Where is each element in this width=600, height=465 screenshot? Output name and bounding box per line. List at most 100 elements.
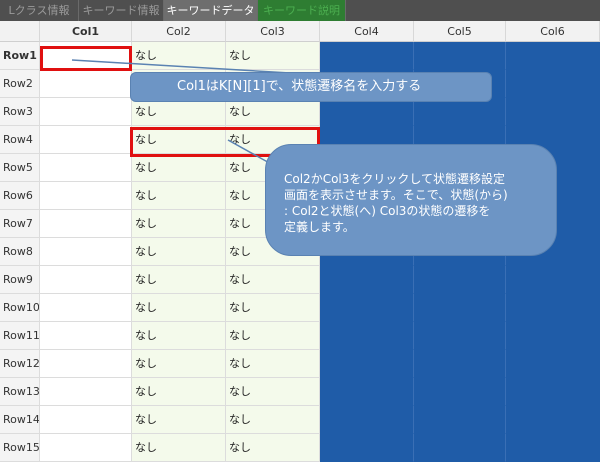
grid-cell-col6[interactable]	[506, 406, 600, 434]
grid-cell-col1[interactable]	[40, 294, 132, 322]
grid-cell-col5[interactable]	[414, 294, 506, 322]
grid-cell-col3[interactable]: なし	[226, 406, 320, 434]
tab-keyword-data[interactable]: キーワードデータ	[164, 0, 258, 21]
grid-cell-col1[interactable]	[40, 322, 132, 350]
callout-line: Col2かCol3をクリックして状態遷移設定	[284, 172, 506, 186]
grid-cell-col2[interactable]: なし	[132, 322, 226, 350]
grid-cell-col4[interactable]	[320, 406, 414, 434]
grid-cell-col2[interactable]: なし	[132, 266, 226, 294]
column-header-col2[interactable]: Col2	[132, 21, 226, 42]
column-header-col5[interactable]: Col5	[414, 21, 506, 42]
row-header[interactable]: Row4	[0, 126, 40, 154]
grid-cell-col2[interactable]: なし	[132, 294, 226, 322]
grid-cell-col4[interactable]	[320, 322, 414, 350]
grid-cell-col1[interactable]	[40, 350, 132, 378]
grid-cell-col6[interactable]	[506, 322, 600, 350]
table-row: Row10 なし なし	[0, 294, 600, 322]
grid-cell-col1[interactable]	[40, 406, 132, 434]
tab-keyword-info[interactable]: キーワード情報	[79, 0, 164, 21]
table-row: Row14 なし なし	[0, 406, 600, 434]
grid-cell-col1[interactable]	[40, 210, 132, 238]
tab-bar: Lクラス情報 キーワード情報 キーワードデータ キーワード説明	[0, 0, 600, 21]
grid-cell-col3[interactable]: なし	[226, 378, 320, 406]
column-header-col6[interactable]: Col6	[506, 21, 600, 42]
grid-cell-col5[interactable]	[414, 350, 506, 378]
tab-keyword-description[interactable]: キーワード説明	[258, 0, 346, 21]
grid-cell-col5[interactable]	[414, 266, 506, 294]
grid-cell-col6[interactable]	[506, 294, 600, 322]
grid-cell-col4[interactable]	[320, 350, 414, 378]
grid-cell-col5[interactable]	[414, 322, 506, 350]
column-header-col3[interactable]: Col3	[226, 21, 320, 42]
row-header[interactable]: Row9	[0, 266, 40, 294]
grid-cell-col2[interactable]: なし	[132, 378, 226, 406]
grid-cell-col5[interactable]	[414, 406, 506, 434]
grid-cell-col3[interactable]: なし	[226, 266, 320, 294]
grid-cell-col3[interactable]: なし	[226, 434, 320, 462]
grid-cell-col2[interactable]: なし	[132, 98, 226, 126]
grid-cell-col2[interactable]: なし	[132, 42, 226, 70]
row-header[interactable]: Row10	[0, 294, 40, 322]
grid-cell-col3[interactable]: なし	[226, 294, 320, 322]
table-row: Row9 なし なし	[0, 266, 600, 294]
row-header[interactable]: Row14	[0, 406, 40, 434]
grid-cell-col5[interactable]	[414, 98, 506, 126]
row-header[interactable]: Row6	[0, 182, 40, 210]
grid-cell-col2[interactable]: なし	[132, 434, 226, 462]
grid-cell-col4[interactable]	[320, 378, 414, 406]
row-header[interactable]: Row15	[0, 434, 40, 462]
grid-cell-col2[interactable]: なし	[132, 210, 226, 238]
row-header[interactable]: Row3	[0, 98, 40, 126]
grid-cell-col3[interactable]: なし	[226, 98, 320, 126]
grid-cell-col5[interactable]	[414, 42, 506, 70]
grid-cell-col2[interactable]: なし	[132, 406, 226, 434]
grid-cell-col1[interactable]	[40, 266, 132, 294]
grid-cell-col2[interactable]: なし	[132, 182, 226, 210]
grid-cell-col4[interactable]	[320, 98, 414, 126]
grid-cell-col6[interactable]	[506, 350, 600, 378]
grid-cell-col3[interactable]: なし	[226, 350, 320, 378]
grid-cell-col6[interactable]	[506, 70, 600, 98]
grid-cell-col1[interactable]	[40, 378, 132, 406]
row-header[interactable]: Row11	[0, 322, 40, 350]
column-header-col4[interactable]: Col4	[320, 21, 414, 42]
grid-cell-col4[interactable]	[320, 434, 414, 462]
tab-class-info[interactable]: Lクラス情報	[0, 0, 79, 21]
grid-cell-col1[interactable]	[40, 70, 132, 98]
row-header[interactable]: Row13	[0, 378, 40, 406]
table-row: Row3 なし なし	[0, 98, 600, 126]
grid-cell-col6[interactable]	[506, 266, 600, 294]
grid-cell-col1[interactable]	[40, 434, 132, 462]
grid-cell-col2[interactable]: なし	[132, 238, 226, 266]
grid-cell-col1[interactable]	[40, 238, 132, 266]
row-header[interactable]: Row5	[0, 154, 40, 182]
grid-cell-col1[interactable]	[40, 154, 132, 182]
row-header[interactable]: Row2	[0, 70, 40, 98]
grid-cell-col1[interactable]	[40, 98, 132, 126]
grid-cell-col4[interactable]	[320, 266, 414, 294]
grid-cell-col6[interactable]	[506, 98, 600, 126]
grid-cell-col3[interactable]: なし	[226, 322, 320, 350]
grid-cell-col6[interactable]	[506, 434, 600, 462]
table-row: Row12 なし なし	[0, 350, 600, 378]
grid-cell-col2[interactable]: なし	[132, 350, 226, 378]
row-header[interactable]: Row7	[0, 210, 40, 238]
callout-line: 定義します。	[284, 220, 355, 234]
table-row: Row15 なし なし	[0, 434, 600, 462]
grid-cell-col4[interactable]	[320, 42, 414, 70]
grid-cell-col6[interactable]	[506, 42, 600, 70]
grid-cell-col1[interactable]	[40, 126, 132, 154]
grid-cell-col3[interactable]: なし	[226, 42, 320, 70]
row-header[interactable]: Row1	[0, 42, 40, 70]
grid-cell-col1[interactable]	[40, 182, 132, 210]
grid-cell-col6[interactable]	[506, 378, 600, 406]
grid-corner[interactable]	[0, 21, 40, 42]
column-header-col1[interactable]: Col1	[40, 21, 132, 42]
grid-cell-col5[interactable]	[414, 434, 506, 462]
row-header[interactable]: Row8	[0, 238, 40, 266]
callout-line: : Col2と状態(へ) Col3の状態の遷移を	[284, 204, 491, 218]
grid-cell-col2[interactable]: なし	[132, 154, 226, 182]
row-header[interactable]: Row12	[0, 350, 40, 378]
grid-cell-col4[interactable]	[320, 294, 414, 322]
grid-cell-col5[interactable]	[414, 378, 506, 406]
